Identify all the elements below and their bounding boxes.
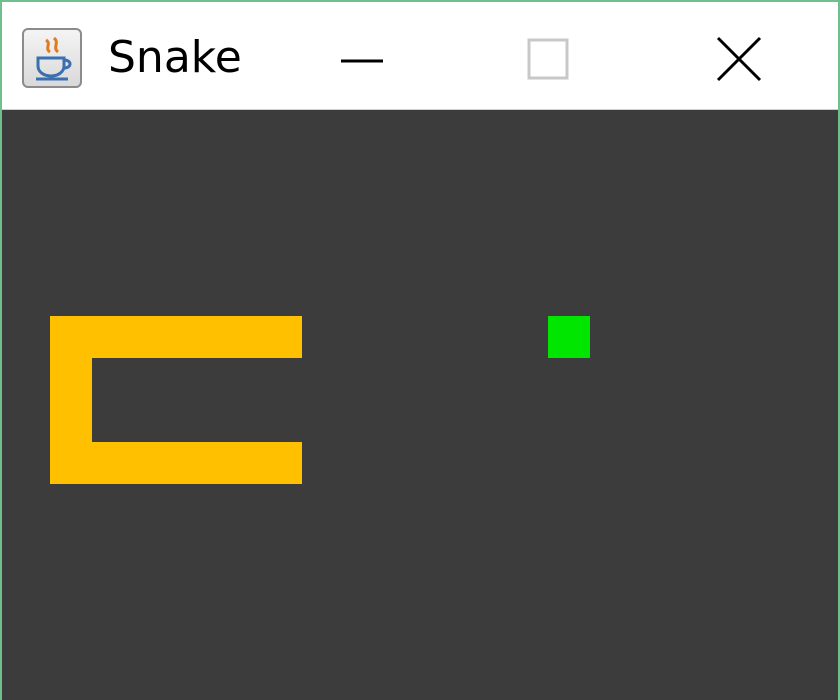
- snake-segment: [50, 316, 92, 358]
- close-button[interactable]: [698, 24, 778, 94]
- snake-segment: [218, 316, 260, 358]
- snake-segment: [92, 316, 134, 358]
- maximize-button[interactable]: [508, 24, 588, 94]
- game-board[interactable]: [2, 110, 838, 700]
- snake-segment: [134, 442, 176, 484]
- java-coffee-cup-icon[interactable]: [22, 28, 82, 88]
- snake-segment: [134, 316, 176, 358]
- snake-segment: [176, 316, 218, 358]
- close-icon: [716, 36, 762, 82]
- minimize-icon: [341, 59, 383, 63]
- snake-segment: [260, 442, 302, 484]
- game-window: Snake: [0, 0, 840, 700]
- window-title: Snake: [108, 32, 242, 83]
- food-pellet: [548, 316, 590, 358]
- snake-segment: [176, 442, 218, 484]
- snake-segment: [50, 442, 92, 484]
- snake-segment: [92, 442, 134, 484]
- title-bar[interactable]: Snake: [2, 0, 838, 110]
- snake-head: [260, 316, 302, 358]
- snake-segment: [218, 442, 260, 484]
- snake-segment: [50, 358, 92, 400]
- minimize-button[interactable]: [322, 24, 402, 94]
- snake-segment: [50, 400, 92, 442]
- maximize-icon: [527, 38, 569, 80]
